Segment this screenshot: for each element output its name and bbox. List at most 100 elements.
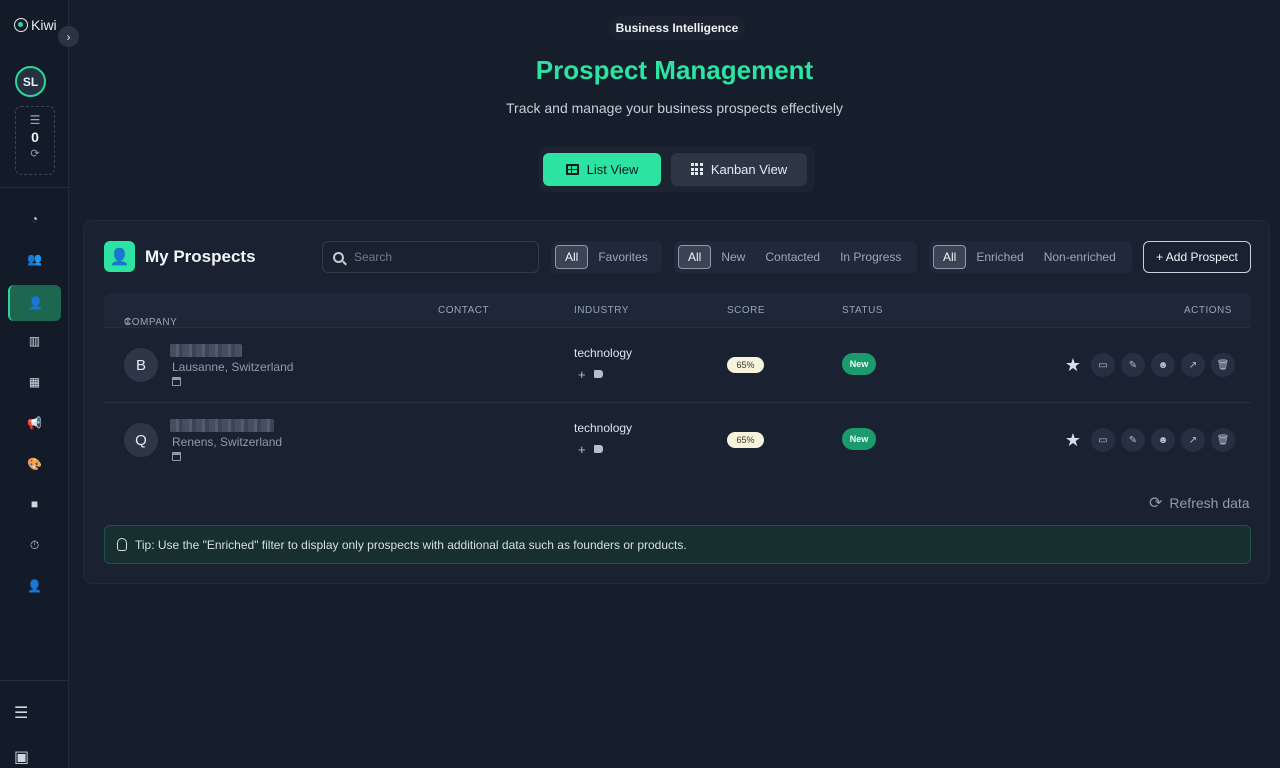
filter-contacted[interactable]: Contacted	[755, 245, 830, 269]
tip-text: Tip: Use the "Enriched" filter to displa…	[135, 537, 687, 552]
sidebar-expand-button[interactable]: ›	[58, 26, 79, 47]
company-avatar: B	[124, 348, 158, 382]
prospects-card: 👤 My Prospects All Favorites All New Con…	[83, 220, 1270, 584]
image-icon[interactable]: ▣	[14, 747, 29, 767]
filter-all-enrichment[interactable]: All	[933, 245, 967, 269]
refresh-icon: ⟳	[1149, 495, 1163, 512]
company-avatar: Q	[124, 423, 158, 457]
megaphone-icon: 📢	[27, 416, 42, 430]
team-icon[interactable]: ☻	[1151, 428, 1175, 452]
view-switch: List View Kanban View	[539, 146, 815, 192]
tip-banner: Tip: Use the "Enriched" filter to displa…	[104, 525, 1251, 564]
favorite-star-icon[interactable]: ★	[1061, 353, 1085, 377]
external-link-icon[interactable]: ↗	[1181, 353, 1205, 377]
edit-icon[interactable]: ✎	[1121, 428, 1145, 452]
kiwi-logo-icon	[14, 18, 28, 32]
external-link-icon[interactable]: ↗	[1181, 428, 1205, 452]
chevron-right-icon: ›	[66, 29, 71, 44]
filter-all-status[interactable]: All	[678, 245, 712, 269]
sidebar-item-contacts[interactable]: 👥	[8, 241, 61, 277]
kanban-view-label: Kanban View	[710, 161, 788, 177]
sidebar-item-prospects[interactable]: 👤	[8, 285, 61, 321]
kanban-view-button[interactable]: Kanban View	[671, 152, 807, 186]
filter-in-progress[interactable]: In Progress	[830, 245, 911, 269]
trash-icon[interactable]: 🗑	[1211, 353, 1235, 377]
sidebar-divider	[0, 187, 68, 188]
sidebar-item-campaigns[interactable]: 📢	[8, 405, 61, 441]
task-list-icon[interactable]: ☰	[14, 703, 28, 723]
company-name-redacted	[170, 344, 242, 357]
refresh-button[interactable]: ⟳ Refresh data	[1149, 493, 1250, 513]
row-actions: ★ ▭ ✎ ☻ ↗ 🗑	[1061, 353, 1235, 377]
industry-tools: +	[578, 367, 603, 382]
row-actions: ★ ▭ ✎ ☻ ↗ 🗑	[1061, 428, 1235, 452]
tag-icon[interactable]	[593, 445, 603, 453]
calendar-icon	[172, 452, 181, 461]
filter-non-enriched[interactable]: Non-enriched	[1034, 245, 1126, 269]
column-score: SCORE	[727, 305, 766, 316]
sync-icon[interactable]: ⟳	[30, 147, 39, 160]
sidebar-item-analytics[interactable]: ▥	[8, 323, 61, 359]
add-icon[interactable]: +	[578, 442, 586, 457]
sidebar-divider-bottom	[0, 680, 68, 681]
industry-value: technology	[574, 346, 633, 360]
company-location: Lausanne, Switzerland	[172, 360, 294, 374]
prospect-badge-icon: 👤	[104, 241, 135, 272]
team-icon[interactable]: ☻	[1151, 353, 1175, 377]
status-badge: New	[842, 353, 876, 375]
list-view-button[interactable]: List View	[543, 152, 661, 186]
credits-count: 0	[31, 129, 39, 145]
app-root: Kiwi SL ☰ 0 ⟳ ◔ 👥 👤 ▥ ▦ 📢 🎨 ■ ⏱ 👤 ☰ ▣ › …	[0, 0, 1280, 768]
user-gear-icon: 👤	[27, 579, 42, 593]
table-header: COMPANY ⇕ CONTACT INDUSTRY SCORE STATUS …	[104, 293, 1251, 328]
search-icon	[333, 251, 344, 263]
add-prospect-button[interactable]: + Add Prospect	[1143, 241, 1251, 273]
coins-icon: ☰	[29, 113, 41, 127]
favorite-filter: All Favorites	[551, 241, 662, 273]
table-row[interactable]: B Lausanne, Switzerland technology + 65%…	[104, 327, 1251, 402]
card-icon[interactable]: ▭	[1091, 428, 1115, 452]
status-filter: All New Contacted In Progress	[674, 241, 917, 273]
status-badge: New	[842, 428, 876, 450]
credits-widget: ☰ 0 ⟳	[15, 106, 55, 175]
card-icon[interactable]: ▭	[1091, 353, 1115, 377]
sidebar-item-user-settings[interactable]: 👤	[8, 568, 61, 604]
filter-all-favorites[interactable]: All	[555, 245, 589, 269]
column-industry: INDUSTRY	[574, 305, 629, 316]
users-icon: 👥	[27, 252, 42, 266]
column-actions: ACTIONS	[1184, 305, 1232, 316]
stopwatch-icon: ⏱	[29, 537, 40, 552]
gauge-icon: ◔	[30, 212, 39, 226]
search-box	[322, 241, 539, 273]
table-icon	[565, 163, 579, 175]
video-icon: ■	[30, 497, 39, 511]
industry-tools: +	[578, 442, 603, 457]
company-name-redacted	[170, 419, 274, 432]
refresh-label: Refresh data	[1169, 495, 1250, 511]
filter-new[interactable]: New	[711, 245, 755, 269]
search-input[interactable]	[354, 250, 524, 264]
industry-value: technology	[574, 421, 633, 435]
card-title: My Prospects	[145, 247, 256, 266]
trash-icon[interactable]: 🗑	[1211, 428, 1235, 452]
sidebar-item-timer[interactable]: ⏱	[8, 527, 61, 563]
favorite-star-icon[interactable]: ★	[1061, 428, 1085, 452]
calculator-icon: ▦	[28, 375, 41, 389]
sidebar-item-video[interactable]: ■	[8, 486, 61, 522]
filter-enriched[interactable]: Enriched	[966, 245, 1033, 269]
user-avatar[interactable]: SL	[15, 66, 46, 97]
edit-icon[interactable]: ✎	[1121, 353, 1145, 377]
sidebar-item-calculator[interactable]: ▦	[8, 364, 61, 400]
score-badge: 65%	[727, 357, 764, 373]
page-subtitle: Track and manage your business prospects…	[506, 100, 843, 116]
sidebar-item-design[interactable]: 🎨	[8, 446, 61, 482]
enrichment-filter: All Enriched Non-enriched	[929, 241, 1132, 273]
tag-icon[interactable]	[593, 370, 603, 378]
add-icon[interactable]: +	[578, 367, 586, 382]
lightbulb-icon	[117, 538, 127, 551]
sidebar-item-dashboard[interactable]: ◔	[8, 201, 61, 237]
logo[interactable]: Kiwi	[14, 17, 57, 33]
filter-favorites[interactable]: Favorites	[588, 245, 657, 269]
table-row[interactable]: Q Renens, Switzerland technology + 65% N…	[104, 402, 1251, 477]
user-plus-icon: 👤	[28, 296, 43, 310]
